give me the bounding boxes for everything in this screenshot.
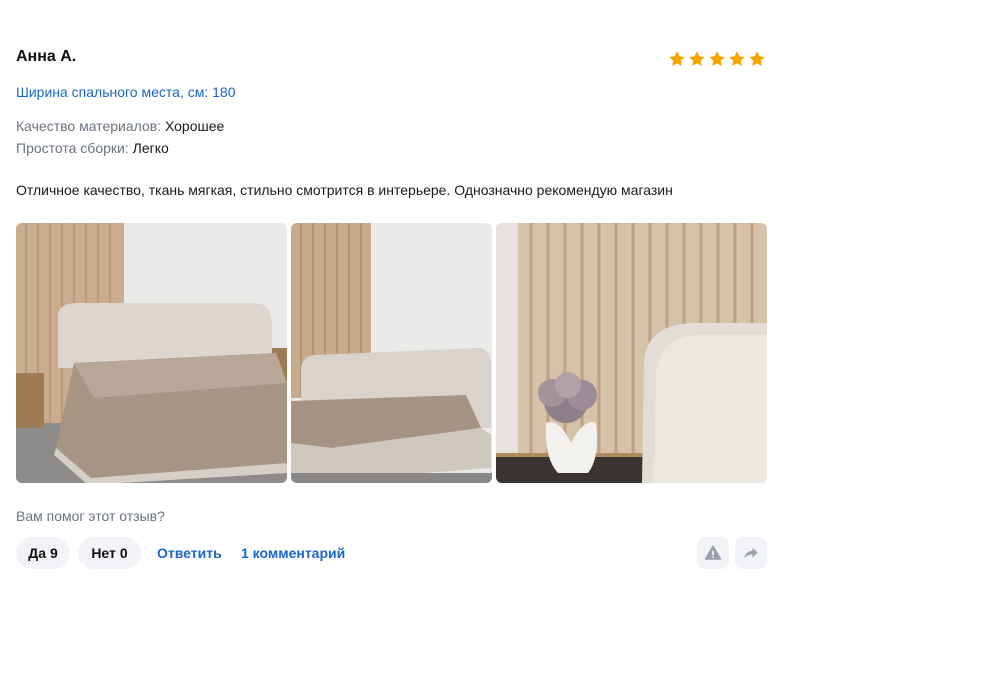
- helpful-question: Вам помог этот отзыв?: [16, 508, 165, 524]
- share-button[interactable]: [735, 537, 767, 569]
- reply-button[interactable]: Ответить: [157, 545, 222, 561]
- star-icon: [709, 51, 725, 67]
- no-count: 0: [119, 545, 128, 561]
- star-icon: [669, 51, 685, 67]
- review-photo[interactable]: [496, 223, 767, 483]
- share-arrow-icon: [744, 547, 758, 559]
- warning-icon: [704, 545, 722, 560]
- param-value: Легко: [132, 140, 169, 156]
- star-icon: [749, 51, 765, 67]
- star-icon: [689, 51, 705, 67]
- param-assembly-ease: Простота сборки: Легко: [16, 140, 169, 156]
- param-label: Простота сборки:: [16, 140, 129, 156]
- review-author: Анна А.: [16, 48, 77, 65]
- helpful-no-button[interactable]: Нет 0: [78, 537, 141, 569]
- review-photo[interactable]: [291, 223, 492, 483]
- comments-link[interactable]: 1 комментарий: [241, 545, 345, 561]
- star-icon: [729, 51, 745, 67]
- helpful-yes-button[interactable]: Да 9: [16, 537, 70, 569]
- param-material-quality: Качество материалов: Хорошее: [16, 118, 224, 134]
- yes-count: 9: [49, 545, 58, 561]
- param-label: Качество материалов:: [16, 118, 162, 134]
- review-text: Отличное качество, ткань мягкая, стильно…: [16, 182, 673, 198]
- review-photo[interactable]: [16, 223, 287, 483]
- no-label: Нет: [91, 545, 116, 561]
- rating-stars: [668, 50, 766, 68]
- param-value: Хорошее: [164, 118, 225, 134]
- size-variant-link[interactable]: Ширина спального места, см: 180: [16, 84, 235, 100]
- report-button[interactable]: [697, 537, 729, 569]
- yes-label: Да: [28, 545, 46, 561]
